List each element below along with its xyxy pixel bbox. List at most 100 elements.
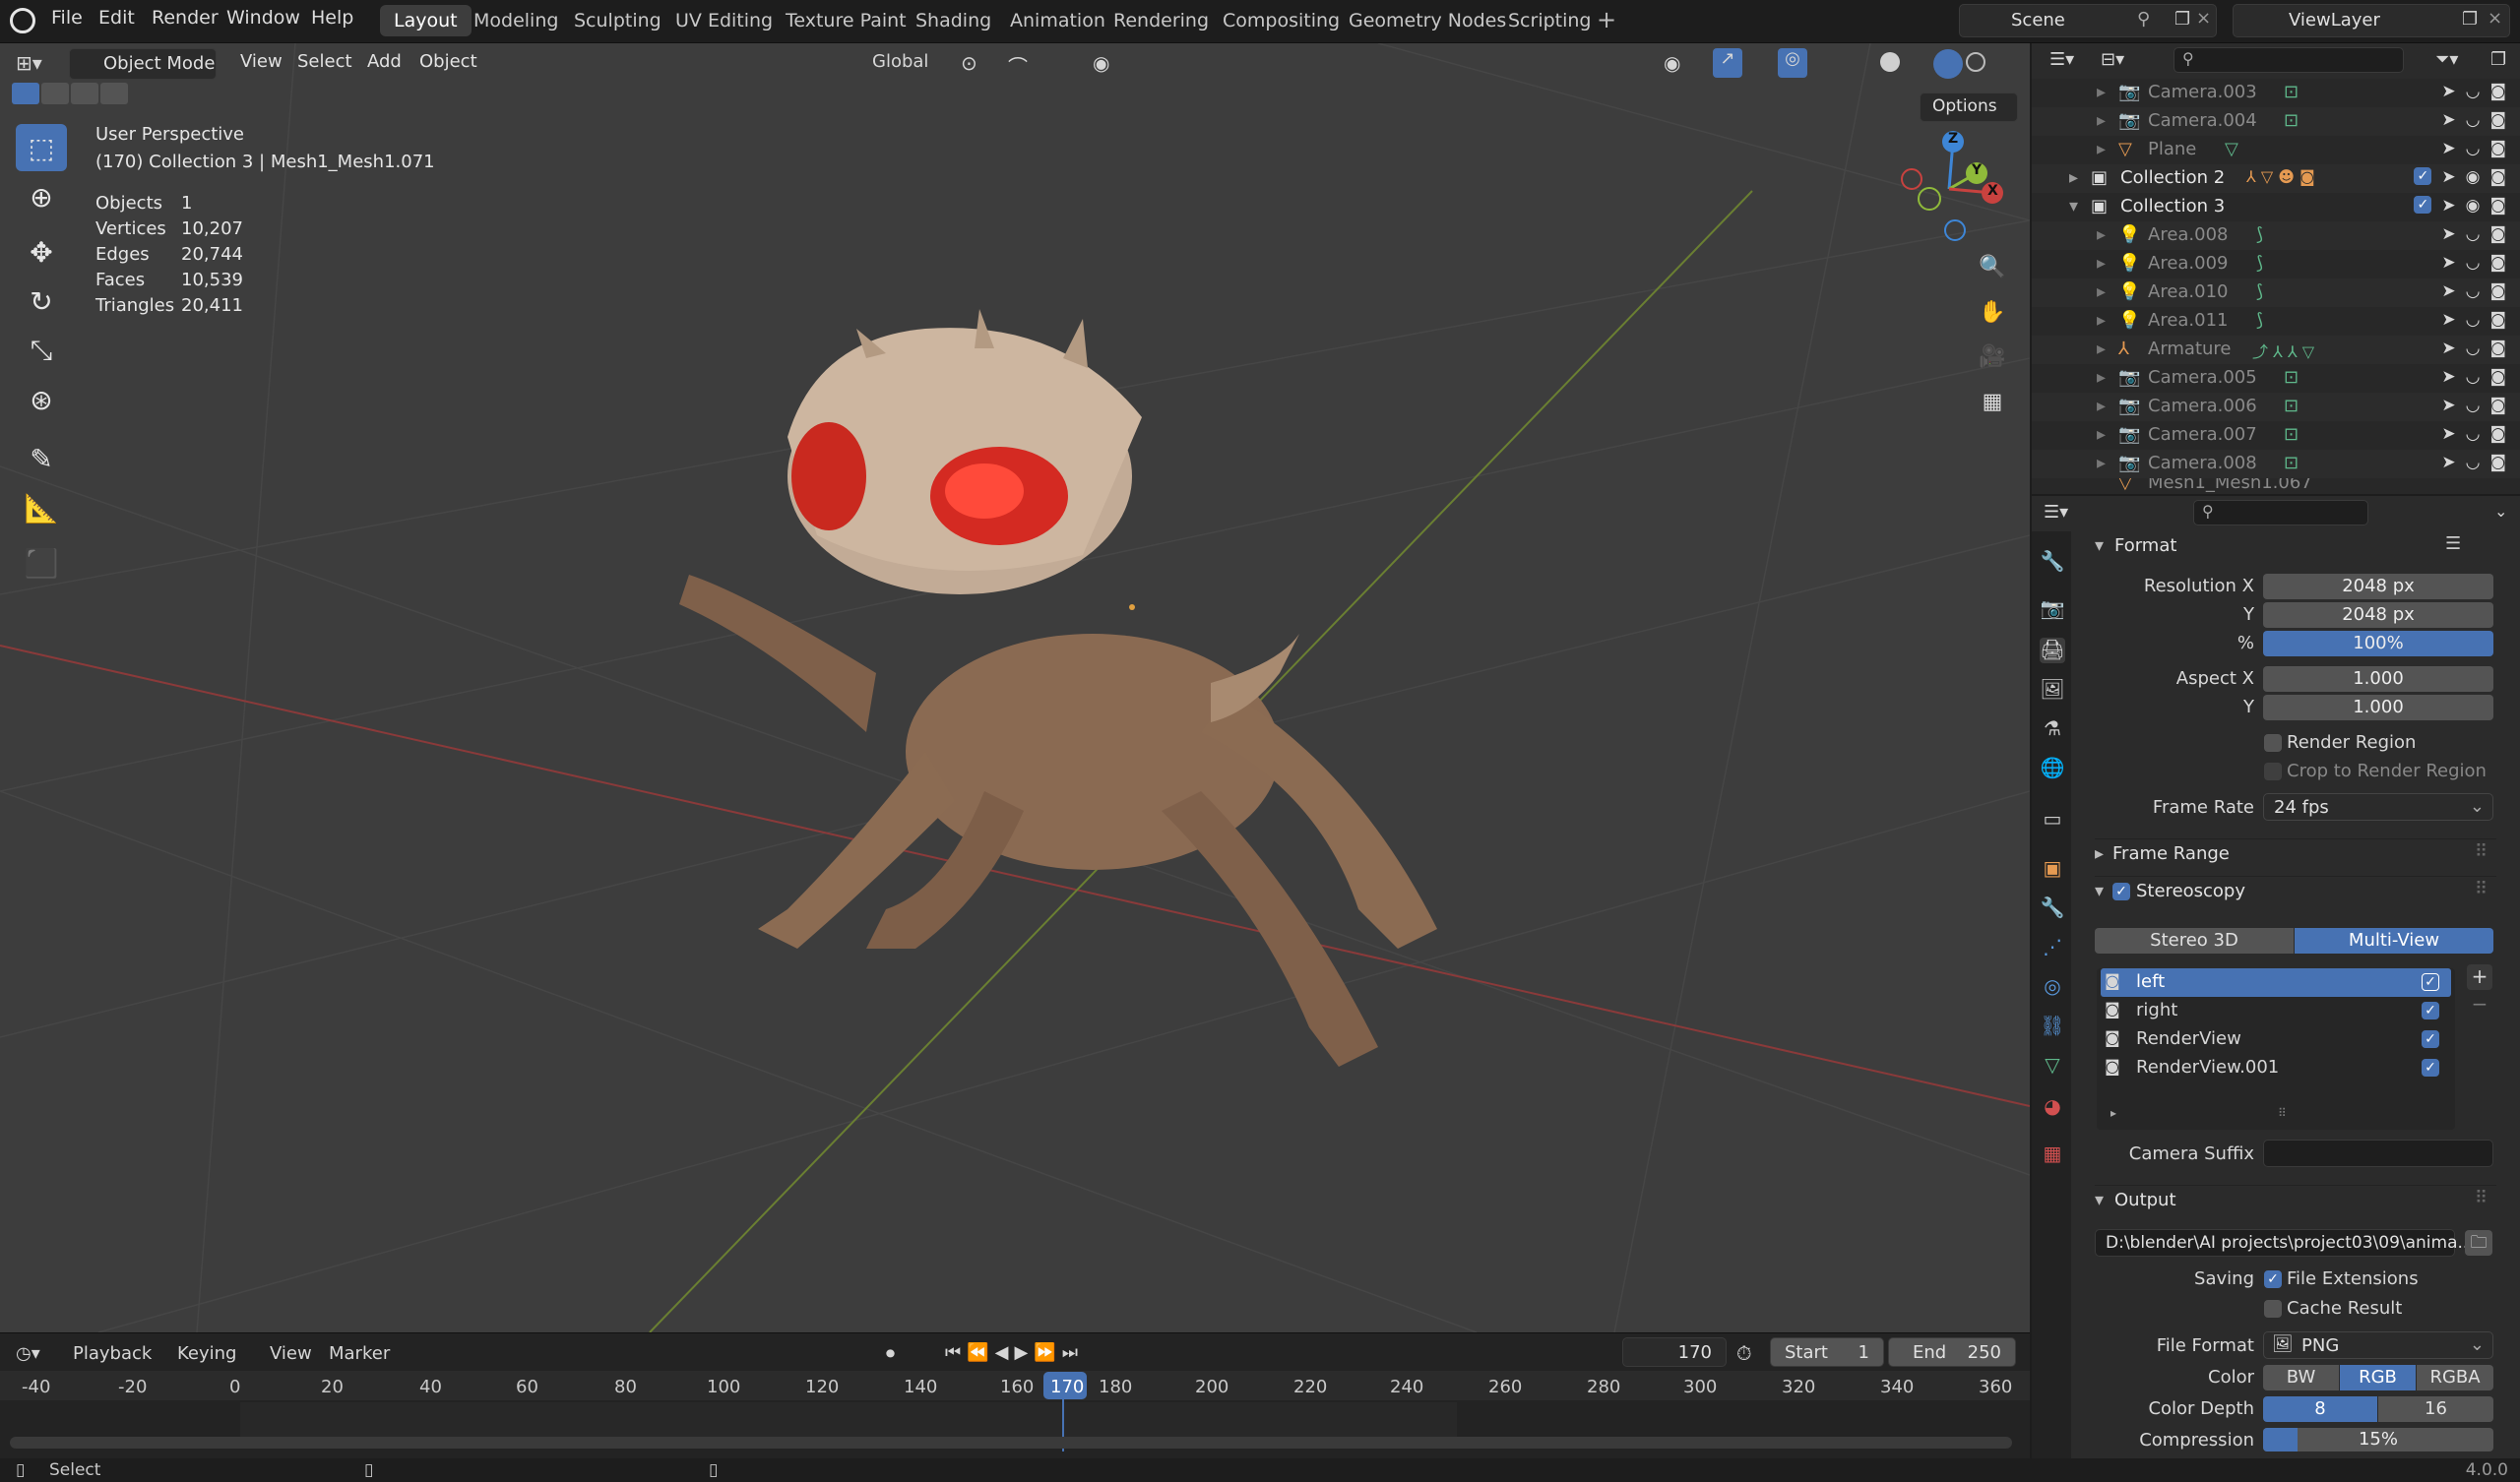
- folder-icon[interactable]: 🗀: [2465, 1230, 2492, 1256]
- playback-controls-icon[interactable]: ⏮⏪◀▶⏩⏭: [945, 1342, 1084, 1363]
- select-box-tool-icon[interactable]: ⬚: [16, 124, 67, 171]
- row-toggles[interactable]: ➤ ◡ ◙: [2441, 424, 2506, 444]
- file-format-dropdown[interactable]: 🖼 PNG ⌄: [2263, 1331, 2493, 1359]
- eye-closed-icon[interactable]: ◡: [2466, 253, 2481, 273]
- render-camera-icon[interactable]: ◙: [2490, 139, 2507, 158]
- particles-tab-icon[interactable]: ⋰: [2040, 935, 2065, 960]
- select-arrow-icon[interactable]: ➤: [2441, 253, 2455, 273]
- outliner-row[interactable]: ▸ 💡 Area.011 ⟆ ➤ ◡ ◙: [2032, 307, 2520, 336]
- texture-tab-icon[interactable]: ▦: [2040, 1142, 2065, 1167]
- outliner-row[interactable]: ▸ 💡 Area.008 ⟆ ➤ ◡ ◙: [2032, 221, 2520, 250]
- menu-help[interactable]: Help: [311, 7, 353, 29]
- eye-closed-icon[interactable]: ◡: [2466, 224, 2481, 244]
- data-tab-icon[interactable]: ▽: [2040, 1053, 2065, 1079]
- eye-closed-icon[interactable]: ◡: [2466, 139, 2481, 158]
- mode-selector[interactable]: Object Mode: [69, 48, 217, 80]
- eye-closed-icon[interactable]: ◡: [2466, 339, 2481, 358]
- exclude-checkbox[interactable]: ✓: [2414, 196, 2432, 214]
- select-box-mode-icon[interactable]: [12, 83, 39, 104]
- new-view-layer-icon[interactable]: ❐: [2462, 9, 2478, 30]
- render-camera-icon[interactable]: ◙: [2490, 167, 2507, 187]
- render-camera-icon[interactable]: ◙: [2490, 82, 2507, 101]
- outliner-row[interactable]: ▸ ▣ Collection 2 ⅄ ▽ ☻ ◙ ✓ ➤ ◉ ◙: [2032, 164, 2520, 193]
- stereoscopy-panel-header[interactable]: ▾ ✓ Stereoscopy ⠿: [2095, 876, 2496, 905]
- select-menu[interactable]: Select: [297, 51, 352, 72]
- render-camera-icon[interactable]: ◙: [2490, 367, 2507, 387]
- physics-tab-icon[interactable]: ◎: [2040, 974, 2065, 1000]
- render-camera-icon[interactable]: ◙: [2490, 310, 2507, 330]
- timeline-editor-type-icon[interactable]: ◷▾: [16, 1343, 40, 1364]
- render-camera-icon[interactable]: ◙: [2490, 339, 2507, 358]
- presets-icon[interactable]: ☰: [2445, 533, 2461, 554]
- eye-closed-icon[interactable]: ◡: [2466, 281, 2481, 301]
- outliner-row[interactable]: ▽ Mesh1_Mesh1.067: [2032, 478, 2520, 494]
- close-icon[interactable]: ×: [2488, 8, 2502, 29]
- transform-orientation[interactable]: Global: [837, 49, 950, 79]
- color-rgb-button[interactable]: RGB: [2340, 1365, 2416, 1390]
- view-enabled-checkbox[interactable]: ✓: [2422, 1002, 2439, 1019]
- cache-result-checkbox[interactable]: [2264, 1300, 2282, 1318]
- rotate-tool-icon[interactable]: ↻: [16, 278, 67, 325]
- add-view-button[interactable]: +: [2467, 964, 2492, 990]
- outliner-row[interactable]: ▸ 💡 Area.009 ⟆ ➤ ◡ ◙: [2032, 250, 2520, 278]
- camera-view-icon[interactable]: 🎥: [1972, 336, 2013, 377]
- 3d-viewport[interactable]: [0, 43, 2030, 1332]
- resolution-x-field[interactable]: 2048 px: [2263, 574, 2493, 599]
- add-menu[interactable]: Add: [367, 51, 402, 72]
- blender-logo-icon[interactable]: [10, 8, 35, 33]
- row-toggles[interactable]: ➤ ◡ ◙: [2441, 281, 2506, 301]
- select-arrow-icon[interactable]: ➤: [2441, 167, 2455, 187]
- stereo-3d-button[interactable]: Stereo 3D: [2095, 928, 2294, 954]
- solid-shading-icon[interactable]: [1880, 52, 1900, 72]
- menu-edit[interactable]: Edit: [98, 7, 135, 29]
- select-arrow-icon[interactable]: ➤: [2441, 310, 2455, 330]
- list-item[interactable]: ◙ left ✓: [2101, 968, 2451, 997]
- row-toggles[interactable]: ➤ ◡ ◙: [2441, 310, 2506, 330]
- collection-tab-icon[interactable]: ▭: [2040, 807, 2065, 833]
- record-icon[interactable]: ⏺: [886, 1343, 895, 1364]
- row-toggles[interactable]: ✓ ➤ ◉ ◙: [2414, 196, 2506, 216]
- output-panel-header[interactable]: ▾ Output ⠿: [2095, 1185, 2496, 1214]
- tab-geometry-nodes[interactable]: Geometry Nodes: [1335, 5, 1520, 36]
- view-menu[interactable]: View: [240, 51, 283, 72]
- tab-texture-paint[interactable]: Texture Paint: [772, 5, 920, 36]
- select-subtract-icon[interactable]: [71, 83, 98, 104]
- select-arrow-icon[interactable]: ➤: [2441, 224, 2455, 244]
- list-expand-icon[interactable]: ▸: [2110, 1106, 2116, 1120]
- render-tab-icon[interactable]: 📷: [2040, 596, 2065, 622]
- row-toggles[interactable]: ➤ ◡ ◙: [2441, 139, 2506, 158]
- new-scene-icon[interactable]: ❐: [2174, 9, 2190, 30]
- tab-compositing[interactable]: Compositing: [1209, 5, 1354, 36]
- select-arrow-icon[interactable]: ➤: [2441, 281, 2455, 301]
- material-tab-icon[interactable]: ◕: [2040, 1094, 2065, 1120]
- tool-tab-icon[interactable]: 🔧: [2040, 549, 2065, 575]
- render-camera-icon[interactable]: ◙: [2490, 396, 2507, 415]
- scene-tab-icon[interactable]: ⚗: [2040, 716, 2065, 742]
- color-bw-button[interactable]: BW: [2263, 1365, 2339, 1390]
- view-enabled-checkbox[interactable]: ✓: [2422, 1030, 2439, 1048]
- pan-hand-icon[interactable]: ✋: [1972, 291, 2013, 333]
- chevron-down-icon[interactable]: ⌄: [2494, 502, 2507, 521]
- stereoscopy-checkbox[interactable]: ✓: [2112, 883, 2130, 900]
- render-camera-icon[interactable]: ◙: [2490, 253, 2507, 273]
- add-workspace-icon[interactable]: +: [1597, 6, 1616, 33]
- render-region-checkbox[interactable]: [2264, 734, 2282, 752]
- row-toggles[interactable]: ➤ ◡ ◙: [2441, 224, 2506, 244]
- row-toggles[interactable]: ➤ ◡ ◙: [2441, 82, 2506, 101]
- tab-modeling[interactable]: Modeling: [460, 5, 572, 36]
- tab-shading[interactable]: Shading: [902, 5, 1005, 36]
- outliner-row[interactable]: ▸ 📷 Camera.005 ⊡ ➤ ◡ ◙: [2032, 364, 2520, 393]
- marker-menu[interactable]: Marker: [329, 1343, 390, 1364]
- timeline-scrollbar[interactable]: [10, 1437, 2012, 1449]
- preview-range-icon[interactable]: ⏱: [1736, 1341, 1752, 1365]
- output-path-input[interactable]: D:\blender\AI projects\project03\09\anim…: [2095, 1229, 2474, 1257]
- select-intersect-icon[interactable]: [100, 83, 128, 104]
- select-arrow-icon[interactable]: ➤: [2441, 367, 2455, 387]
- frame-rate-dropdown[interactable]: 24 fps ⌄: [2263, 793, 2493, 821]
- close-icon[interactable]: ×: [2196, 8, 2211, 29]
- render-camera-icon[interactable]: ◙: [2490, 281, 2507, 301]
- select-extend-icon[interactable]: [41, 83, 69, 104]
- eye-closed-icon[interactable]: ◡: [2466, 396, 2481, 415]
- outliner-search-input[interactable]: ⚲: [2174, 47, 2404, 73]
- overlay-toggle-icon[interactable]: ◎: [1778, 48, 1807, 78]
